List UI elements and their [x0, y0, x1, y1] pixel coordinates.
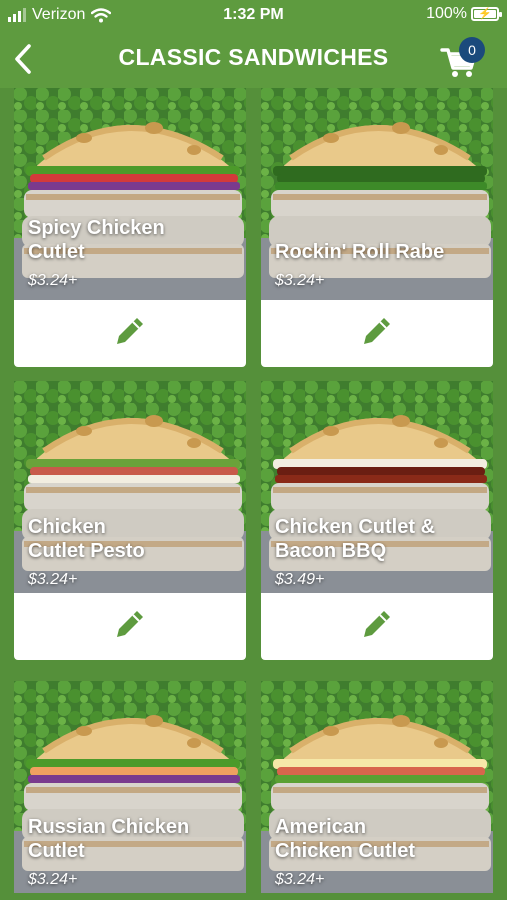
pencil-icon — [111, 605, 149, 648]
battery-icon: ⚡ — [471, 7, 502, 21]
item-price: $3.24+ — [28, 871, 78, 888]
menu-item-card[interactable]: American Chicken Cutlet $3.24+ — [261, 681, 493, 893]
menu-item-card[interactable]: Chicken Cutlet Pesto $3.24+ — [14, 381, 246, 660]
sandwich-image — [261, 88, 493, 300]
menu-item-card[interactable]: Chicken Cutlet & Bacon BBQ $3.49+ — [261, 381, 493, 660]
menu-item-card[interactable]: Rockin' Roll Rabe $3.24+ — [261, 88, 493, 367]
wifi-icon — [91, 7, 112, 22]
item-price: $3.24+ — [28, 571, 78, 588]
menu-item-card[interactable]: Spicy Chicken Cutlet $3.24+ — [14, 88, 246, 367]
item-price: $3.24+ — [275, 272, 325, 289]
sandwich-image — [14, 88, 246, 300]
pencil-icon — [358, 605, 396, 648]
pencil-icon — [111, 312, 149, 355]
customize-button[interactable] — [14, 300, 246, 367]
customize-button[interactable] — [261, 593, 493, 660]
customize-button[interactable] — [261, 300, 493, 367]
nav-header: CLASSIC SANDWICHES 0 — [0, 30, 507, 88]
item-name: Rockin' Roll Rabe — [275, 241, 445, 263]
item-name: Chicken Cutlet & Bacon BBQ — [275, 516, 436, 562]
status-bar: Verizon 1:32 PM 100% ⚡ — [0, 0, 507, 30]
item-name: Russian Chicken Cutlet — [28, 816, 190, 862]
item-name: Spicy Chicken Cutlet — [28, 217, 165, 263]
carrier-label: Verizon — [32, 6, 86, 23]
signal-icon — [8, 8, 26, 22]
pencil-icon — [358, 312, 396, 355]
page-title: CLASSIC SANDWICHES — [118, 44, 389, 70]
menu-grid: Spicy Chicken Cutlet $3.24+ Rockin' Roll … — [0, 88, 507, 900]
customize-button[interactable] — [14, 593, 246, 660]
item-price: $3.24+ — [275, 871, 325, 888]
battery-percent: 100% — [426, 5, 467, 22]
item-price: $3.24+ — [28, 272, 78, 289]
item-price: $3.49+ — [275, 571, 325, 588]
cart-button[interactable]: 0 — [439, 37, 485, 78]
menu-item-card[interactable]: Russian Chicken Cutlet $3.24+ — [14, 681, 246, 893]
item-name: American Chicken Cutlet — [275, 816, 416, 862]
item-name: Chicken Cutlet Pesto — [28, 516, 145, 562]
cart-count-badge: 0 — [459, 37, 485, 63]
